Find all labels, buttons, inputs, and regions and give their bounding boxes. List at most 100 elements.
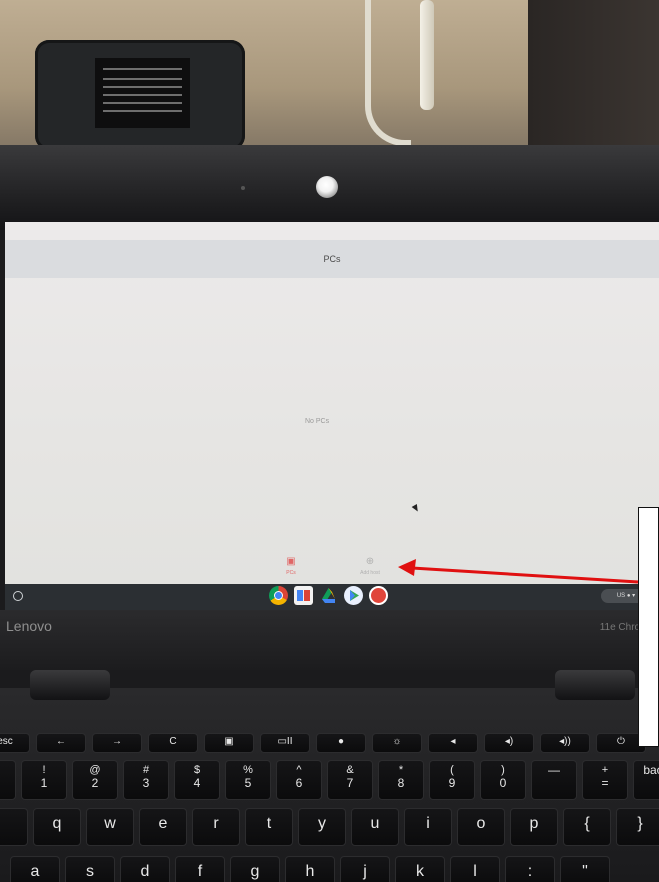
launcher-icon[interactable] (13, 591, 23, 601)
app-icon[interactable] (369, 586, 388, 605)
letter-key[interactable]: w (86, 808, 134, 846)
key-shift-glyph: * (398, 764, 404, 776)
function-key[interactable]: ◂) (484, 733, 534, 753)
window-titlebar: PCs (5, 240, 659, 278)
number-key[interactable]: ) 0 (480, 760, 526, 800)
letter-key[interactable]: " (560, 856, 610, 882)
letter-key[interactable]: q (33, 808, 81, 846)
key-main-glyph: 9 (448, 776, 456, 790)
letter-key[interactable]: y (298, 808, 346, 846)
number-key[interactable]: back (633, 760, 659, 800)
key-shift-glyph: @ (89, 764, 101, 776)
key-main-glyph: 7 (346, 776, 354, 790)
key-main-glyph: 3 (142, 776, 150, 790)
function-key[interactable]: ▭II (260, 733, 310, 753)
background-cable (365, 0, 411, 146)
letter-key[interactable]: i (404, 808, 452, 846)
key-shift-glyph: ) (501, 764, 505, 776)
number-key[interactable]: — (531, 760, 577, 800)
function-key[interactable]: → (92, 733, 142, 753)
hinge-right (555, 670, 635, 700)
chrome-icon[interactable] (269, 586, 288, 605)
key-main-glyph: 4 (193, 776, 201, 790)
key-main-glyph: 2 (91, 776, 99, 790)
function-key[interactable]: ▣ (204, 733, 254, 753)
key-main-glyph: = (601, 776, 609, 790)
letter-key[interactable]: } (616, 808, 659, 846)
letter-key[interactable]: f (175, 856, 225, 882)
number-key[interactable]: % 5 (225, 760, 271, 800)
letter-key[interactable] (0, 808, 28, 846)
tab-add-host[interactable]: ⊕ Add host (347, 556, 393, 576)
key-main-glyph: 8 (397, 776, 405, 790)
key-shift-glyph: ( (450, 764, 454, 776)
number-key[interactable]: & 7 (327, 760, 373, 800)
key-shift-glyph: + (601, 764, 609, 776)
tab-pcs[interactable]: ▣ PCs (268, 556, 314, 576)
photo-scene: PCs No PCs ▣ PCs ⊕ Add host US ● ▾ Lenov… (0, 0, 659, 882)
key-main-glyph: 6 (295, 776, 303, 790)
letter-key[interactable]: h (285, 856, 335, 882)
number-key[interactable]: (9 (429, 760, 475, 800)
key-main-glyph: back (643, 763, 659, 777)
function-key[interactable]: ◂)) (540, 733, 590, 753)
key-shift-glyph: & (346, 764, 354, 776)
letter-key[interactable]: p (510, 808, 558, 846)
letter-key[interactable]: { (563, 808, 611, 846)
key-main-glyph: 1 (40, 776, 48, 790)
screen-bezel-bottom (0, 610, 659, 670)
key-shift-glyph: ! (42, 764, 46, 776)
play-store-icon[interactable] (344, 586, 363, 605)
number-key[interactable] (0, 760, 16, 800)
mouse-cursor-icon (411, 503, 421, 514)
letter-key[interactable]: l (450, 856, 500, 882)
annotation-callout-box (638, 507, 659, 747)
device-sticker (95, 58, 190, 128)
letter-key[interactable]: : (505, 856, 555, 882)
tab-add-host-label: Add host (360, 570, 380, 576)
number-key[interactable]: ^ 6 (276, 760, 322, 800)
tab-pcs-label: PCs (286, 570, 296, 576)
key-shift-glyph: $ (193, 764, 201, 776)
page-title: PCs (323, 254, 341, 264)
letter-key[interactable]: k (395, 856, 445, 882)
drive-icon[interactable] (319, 586, 338, 605)
key-shift-glyph: # (142, 764, 150, 776)
hinge-left (30, 670, 110, 700)
webcam-icon (316, 176, 338, 198)
letter-key[interactable]: a (10, 856, 60, 882)
number-key[interactable]: $4 (174, 760, 220, 800)
number-key[interactable]: #3 (123, 760, 169, 800)
function-key[interactable]: ← (36, 733, 86, 753)
letter-key[interactable]: g (230, 856, 280, 882)
function-key[interactable]: ● (316, 733, 366, 753)
letter-key[interactable]: t (245, 808, 293, 846)
brand-logo: Lenovo (6, 618, 52, 634)
number-key[interactable]: + = (582, 760, 628, 800)
number-key[interactable]: ! 1 (21, 760, 67, 800)
function-key[interactable]: esc (0, 733, 30, 753)
letter-key[interactable]: r (192, 808, 240, 846)
key-shift-glyph: ^ (296, 764, 302, 776)
function-key[interactable]: ☼ (372, 733, 422, 753)
number-key[interactable]: * 8 (378, 760, 424, 800)
add-host-icon: ⊕ (365, 556, 375, 567)
letter-key[interactable]: d (120, 856, 170, 882)
chromeos-shelf: US ● ▾ (5, 584, 659, 610)
empty-state-message: No PCs (305, 418, 330, 425)
key-shift-glyph: % (243, 764, 253, 776)
files-icon[interactable] (294, 586, 313, 605)
number-key[interactable]: @2 (72, 760, 118, 800)
letter-key[interactable]: u (351, 808, 399, 846)
letter-key[interactable]: e (139, 808, 187, 846)
background-cable-2 (420, 0, 434, 110)
letter-key[interactable]: j (340, 856, 390, 882)
microphone-dot (241, 186, 245, 190)
background-monitor (528, 0, 659, 150)
letter-key[interactable]: o (457, 808, 505, 846)
function-key[interactable]: C (148, 733, 198, 753)
function-key[interactable]: ◂ (428, 733, 478, 753)
key-main-glyph: 0 (499, 776, 507, 790)
letter-key[interactable]: s (65, 856, 115, 882)
pc-icon: ▣ (286, 556, 296, 567)
